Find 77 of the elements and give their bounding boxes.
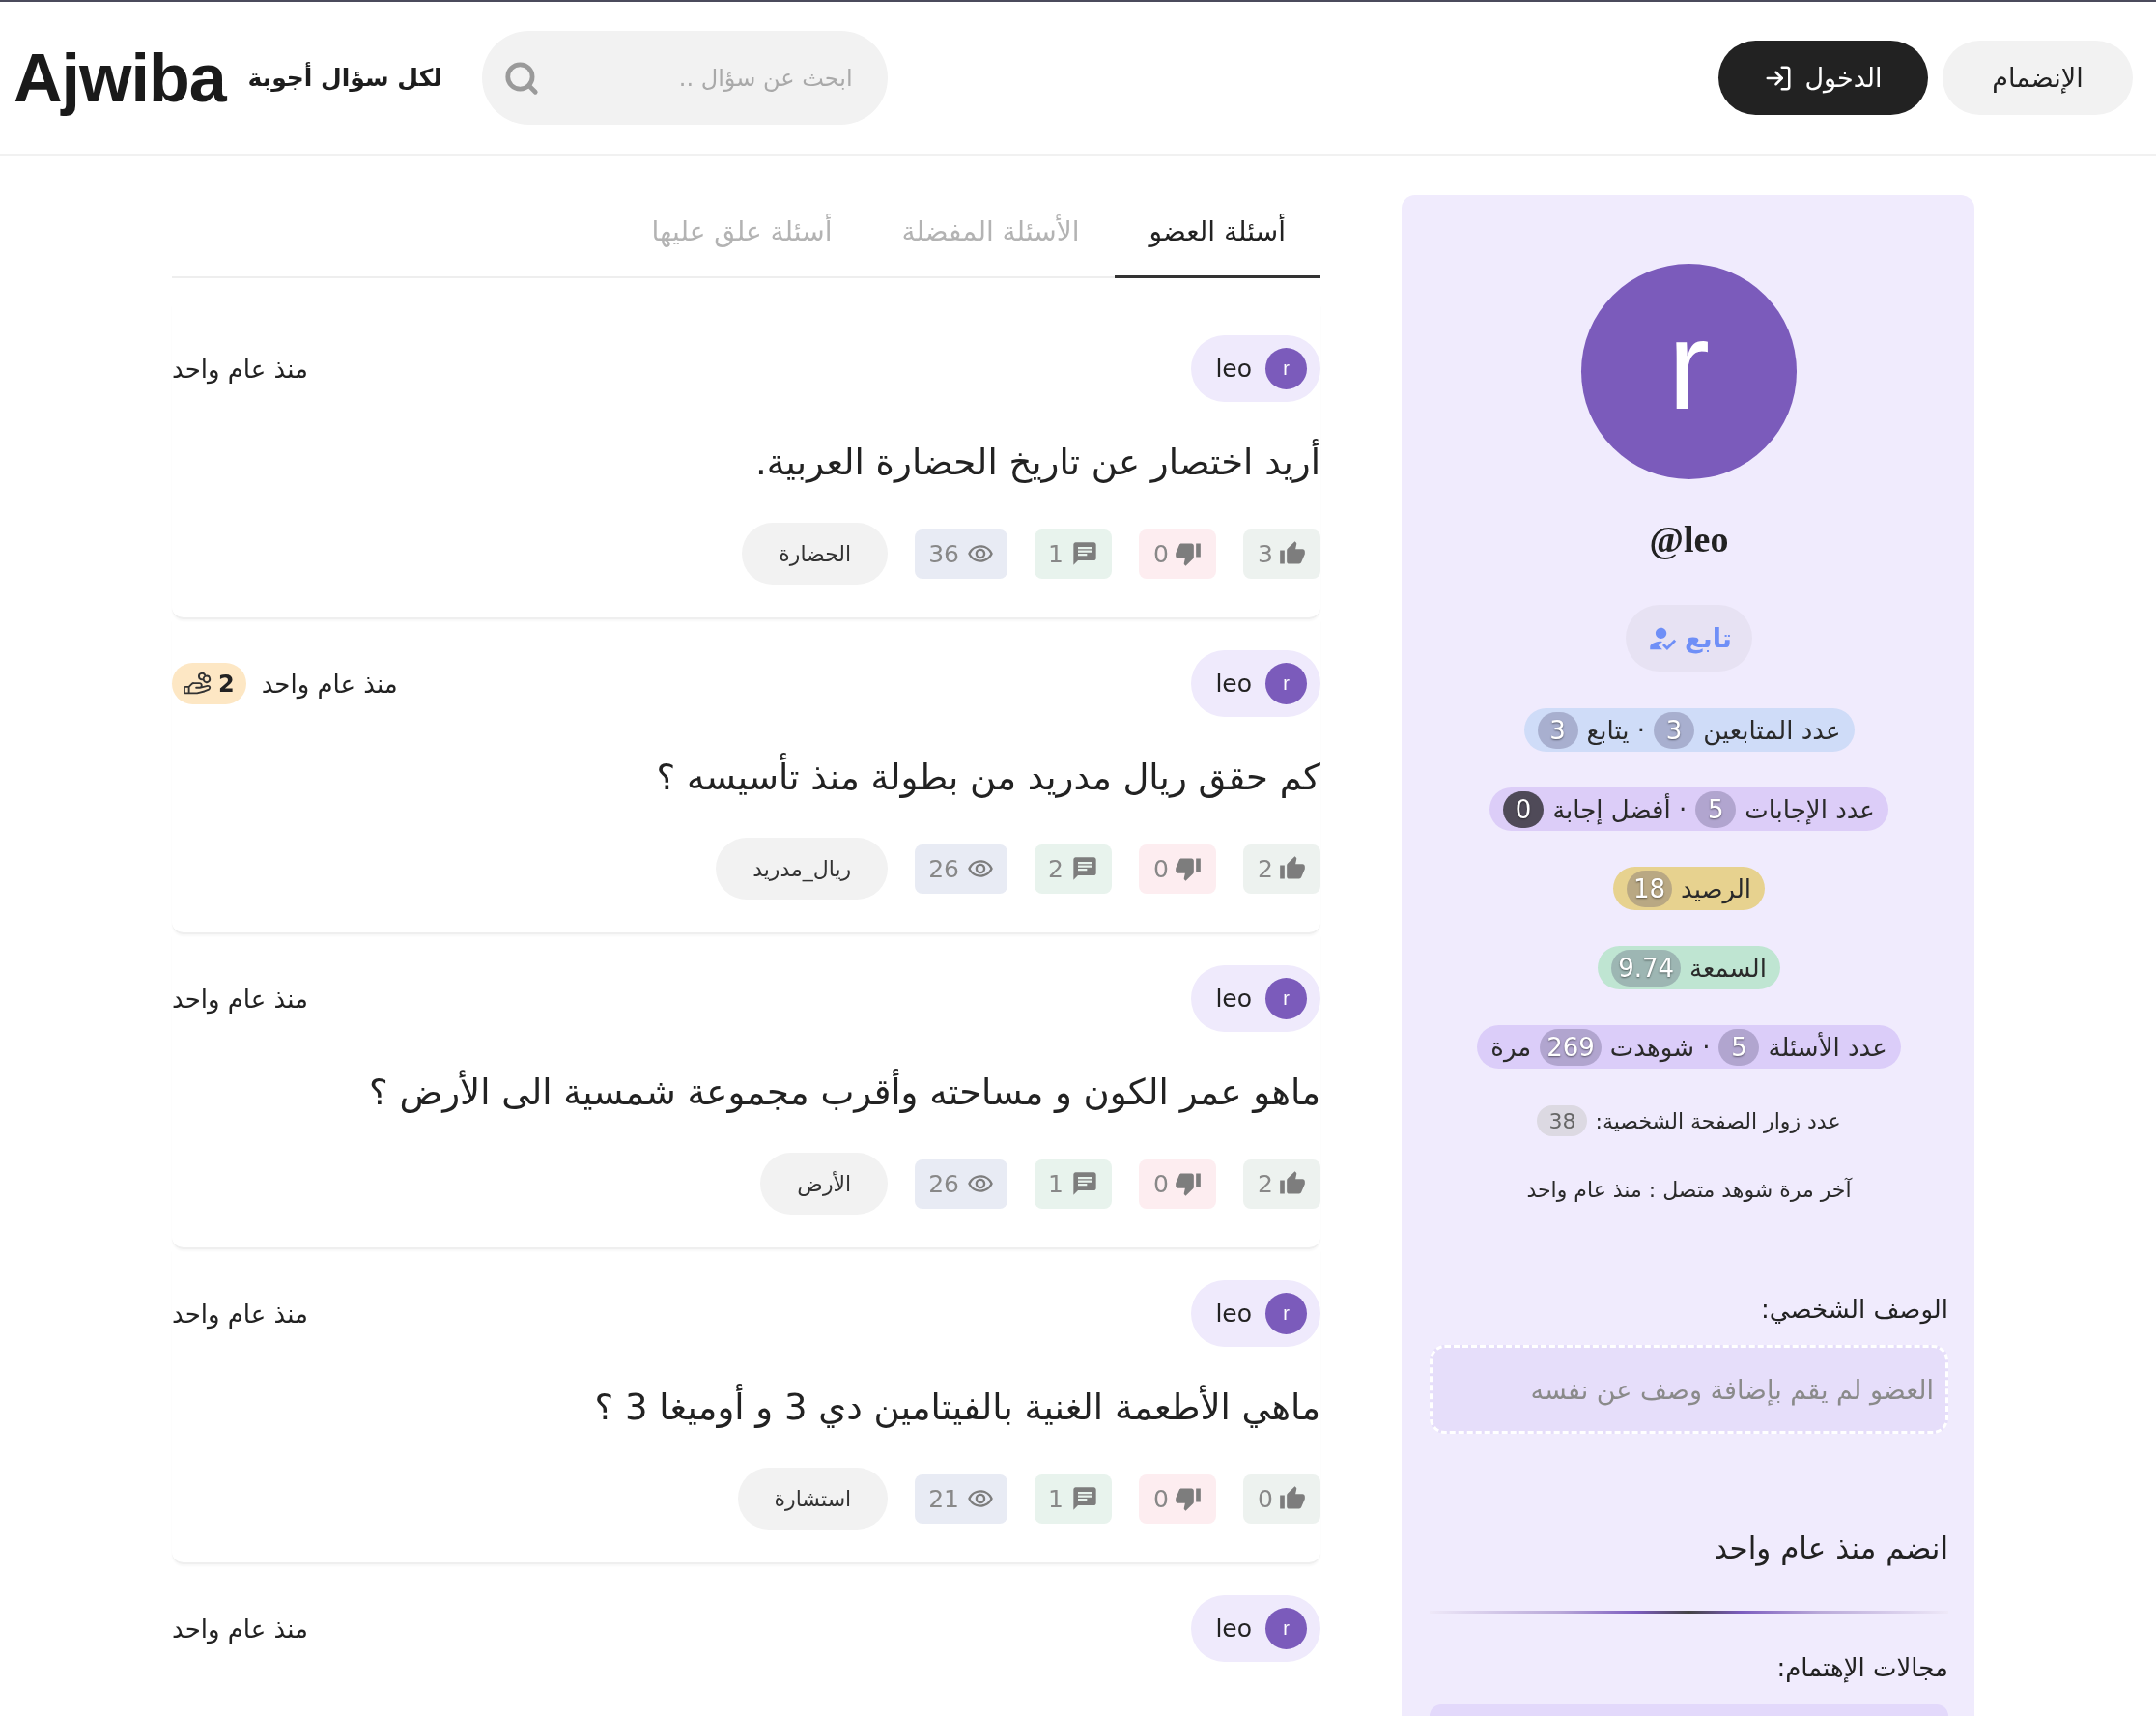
stat-label: السمعة (1689, 953, 1767, 983)
question-time: منذ عام واحد (261, 669, 398, 699)
author-name: leo (1215, 670, 1252, 698)
author-chip[interactable]: leo r (1191, 650, 1320, 717)
topic-tag[interactable]: الأرض (760, 1153, 889, 1215)
question-time: منذ عام واحد (172, 1299, 308, 1329)
profile-avatar: r (1581, 264, 1797, 479)
stat-count: 0 (1503, 790, 1545, 828)
author-name: leo (1215, 1300, 1252, 1328)
chat-icon (1070, 1485, 1098, 1512)
stat-count: 5 (1695, 790, 1737, 828)
stat-count: 3 (1654, 711, 1695, 749)
thumbs-up-icon (1278, 540, 1306, 567)
profile-username: @leo (1649, 518, 1729, 560)
stat-label: عدد الأسئلة (1768, 1032, 1887, 1062)
bounty-amount: 2 (218, 670, 235, 698)
topic-tag[interactable]: الحضارة (742, 523, 889, 585)
question-title[interactable]: ماهي الأطعمة الغنية بالفيتامين دي 3 و أوميغا 3 ؟ (172, 1383, 1320, 1433)
author-chip[interactable]: leo r (1191, 335, 1320, 402)
joined-text: انضم منذ عام واحد (1713, 1530, 1948, 1568)
thumbs-up-icon (1278, 1485, 1306, 1512)
stat-count: 18 (1626, 870, 1672, 907)
views-count: 21 (928, 1484, 959, 1513)
views-count: 26 (928, 1169, 959, 1198)
author-chip[interactable]: leo r (1191, 965, 1320, 1032)
author-chip[interactable]: leo r (1191, 1595, 1320, 1662)
login-button[interactable]: الدخول (1718, 41, 1928, 115)
topic-tag[interactable]: استشارة (737, 1468, 889, 1530)
question-title[interactable]: أريد اختصار عن تاريخ الحضارة العربية. (172, 438, 1320, 488)
visitors-count: 38 (1537, 1105, 1588, 1136)
comments-count: 1 (1048, 1169, 1064, 1198)
stat-label: مرة (1490, 1032, 1532, 1062)
stat-count: 9.74 (1611, 949, 1681, 987)
bio-heading: الوصف الشخصي: (1760, 1294, 1948, 1327)
author-avatar: r (1265, 663, 1307, 704)
chat-icon (1070, 540, 1098, 567)
profile-tab[interactable]: أسئلة العضو (1114, 195, 1320, 278)
author-name: leo (1215, 1615, 1252, 1643)
author-name: leo (1215, 355, 1252, 383)
author-name: leo (1215, 985, 1252, 1013)
interests-heading: مجالات الإهتمام: (1775, 1652, 1948, 1685)
comments-count: 1 (1048, 539, 1064, 568)
stat-label: الرصيد (1681, 873, 1752, 903)
search-field[interactable]: ابحث عن سؤال .. (481, 31, 888, 125)
chat-icon (1070, 855, 1098, 882)
stat-label: · شوهدت (1609, 1032, 1711, 1062)
thumbs-up-icon (1278, 1170, 1306, 1197)
views-count: 36 (928, 539, 959, 568)
comments-count: 2 (1048, 854, 1064, 883)
author-avatar: r (1265, 1608, 1307, 1649)
stat-count: 269 (1540, 1028, 1602, 1066)
question-title[interactable]: ماهو عمر الكون و مساحته وأقرب مجموعة شمسية الى الأرض ؟ (172, 1068, 1320, 1118)
question-time: منذ عام واحد (172, 354, 308, 384)
stat-count: 5 (1718, 1028, 1760, 1066)
site-tagline: لكل سؤال أجوبة (247, 64, 442, 92)
author-avatar: r (1265, 978, 1307, 1019)
visitors-label: عدد زوار الصفحة الشخصية: (1595, 1108, 1841, 1133)
question-time: منذ عام واحد (172, 984, 308, 1014)
author-avatar: r (1265, 1293, 1307, 1334)
comments-count: 1 (1048, 1484, 1064, 1513)
author-chip[interactable]: leo r (1191, 1280, 1320, 1347)
stat-label: · يتابع (1586, 715, 1646, 745)
author-avatar: r (1265, 348, 1307, 389)
question-title[interactable]: كم حقق ريال مدريد من بطولة منذ تأسيسه ؟ (172, 753, 1320, 803)
search-icon (502, 59, 540, 97)
stat-label: عدد الإجابات (1745, 794, 1875, 824)
views-count: 26 (928, 854, 959, 883)
thumbs-up-icon (1278, 855, 1306, 882)
join-button[interactable]: الإنضمام (1943, 41, 2133, 115)
chat-icon (1070, 1170, 1098, 1197)
bio-empty-note: العضو لم يقم بإضافة وصف عن نفسه (1430, 1345, 1948, 1434)
stat-label: عدد المتابعين (1703, 715, 1841, 745)
stat-label: · أفضل إجابة (1552, 794, 1688, 824)
last-seen-text: آخر مرة شوهد متصل : منذ عام واحد (1526, 1177, 1852, 1202)
question-time: منذ عام واحد (172, 1614, 308, 1644)
stat-count: 3 (1537, 711, 1578, 749)
topic-tag[interactable]: ريال_مدريد (716, 838, 889, 900)
